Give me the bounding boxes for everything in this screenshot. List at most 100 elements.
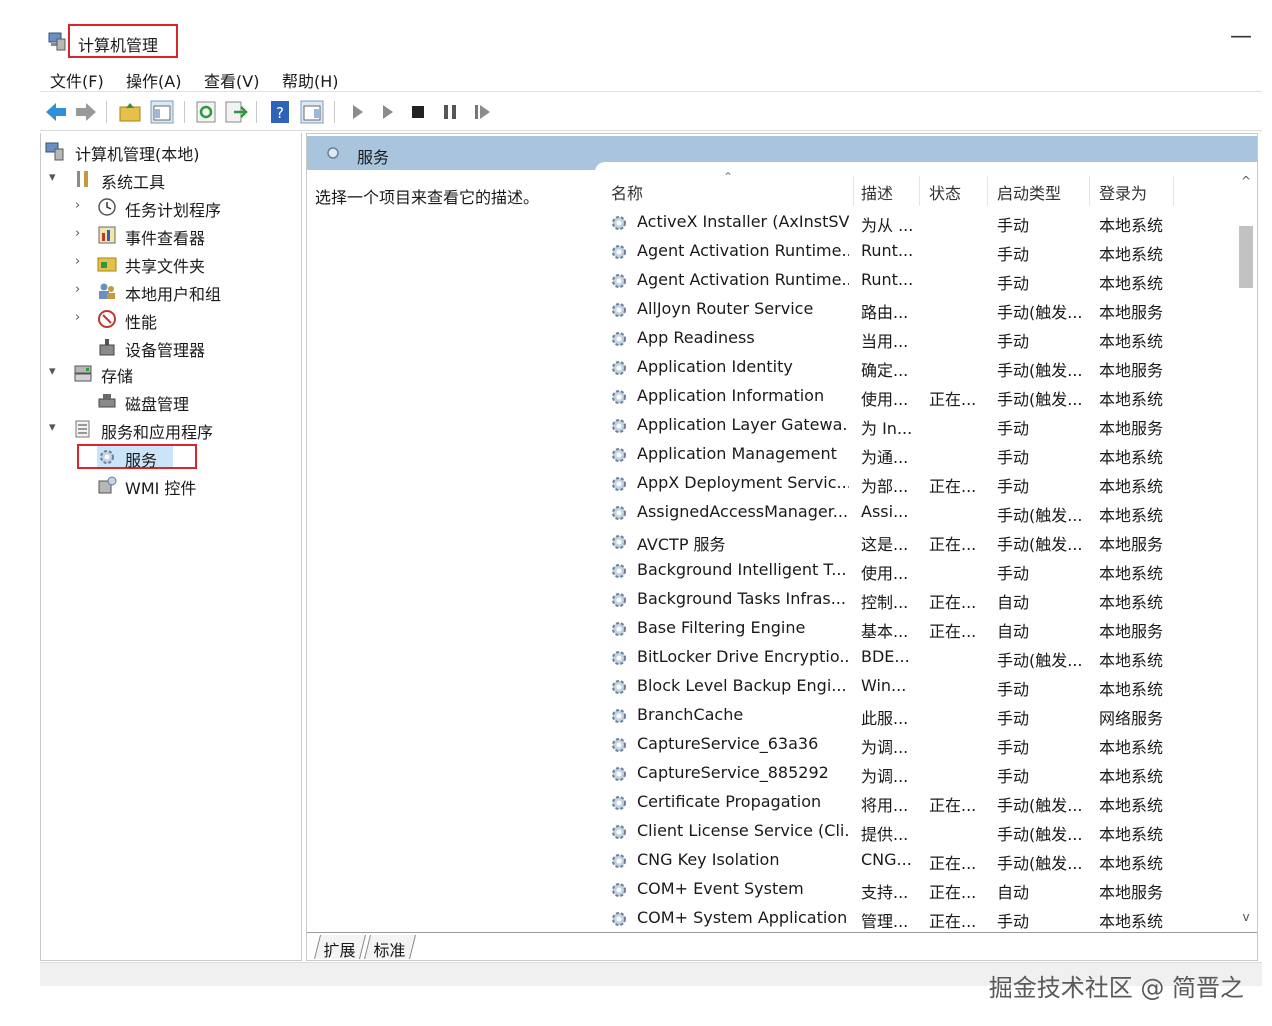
service-name: Client License Service (Cli... [637,821,849,840]
service-logon-as: 本地系统 [1099,767,1164,786]
table-row[interactable]: AllJoyn Router Service 路由... 手动(触发... 本地服务 [595,295,1235,324]
table-row[interactable]: Application Identity 确定... 手动(触发... 本地服务 [595,353,1235,382]
service-startup-type: 手动 [997,332,1030,351]
start-service-icon[interactable] [346,100,370,124]
menu-file[interactable]: 文件(F) [50,68,104,92]
back-arrow-icon[interactable] [44,100,68,124]
start-alt-icon[interactable] [376,100,400,124]
chevron-right-icon[interactable]: › [75,282,89,297]
wmi-control-icon [98,476,117,494]
up-folder-icon[interactable] [118,100,142,124]
service-name: AssignedAccessManager... [637,502,849,521]
table-row[interactable]: Agent Activation Runtime... Runt... 手动 本地系统 [595,266,1235,295]
service-status: 正在... [929,912,977,931]
stop-icon[interactable] [406,100,430,124]
service-startup-type: 手动(触发... [997,854,1083,873]
minimize-button[interactable]: — [1230,24,1252,49]
table-row[interactable]: AssignedAccessManager... Assi... 手动(触发... 本… [595,498,1235,527]
chevron-down-icon[interactable]: ▾ [49,364,63,379]
forward-arrow-icon[interactable] [74,100,98,124]
chevron-right-icon[interactable]: › [75,198,89,213]
table-row[interactable]: Background Tasks Infras... 控制... 正在... 自动 本地… [595,585,1235,614]
table-row[interactable]: AVCTP 服务 这是... 正在... 手动(触发... 本地服务 [595,527,1235,556]
table-row[interactable]: Client License Service (Cli... 提供... 手动(触发… [595,817,1235,846]
chevron-right-icon[interactable]: › [75,226,89,241]
computer-management-icon [48,32,66,51]
table-row[interactable]: BitLocker Drive Encryptio... BDE... 手动(触发.… [595,643,1235,672]
menu-help[interactable]: 帮助(H) [282,68,339,92]
table-row[interactable]: Background Intelligent T... 使用... 手动 本地系统 [595,556,1235,585]
pause-icon[interactable] [438,100,462,124]
scroll-down-icon[interactable]: v [1239,910,1253,924]
service-name: AllJoyn Router Service [637,299,814,318]
table-row[interactable]: Base Filtering Engine 基本... 正在... 自动 本地服务 [595,614,1235,643]
column-header-name[interactable]: 名称 [611,180,643,204]
service-startup-type: 自动 [997,622,1030,641]
table-row[interactable]: CNG Key Isolation CNG... 正在... 手动(触发... 本地系统 [595,846,1235,875]
service-logon-as: 本地系统 [1099,274,1164,293]
tab-extended[interactable]: 扩展 [314,935,367,960]
window-title: 计算机管理 [68,24,178,58]
service-name: Application Layer Gatewa... [637,415,849,434]
refresh-icon[interactable] [194,100,218,124]
service-status: 正在... [929,854,977,873]
column-header-desc[interactable]: 描述 [861,180,893,204]
scroll-thumb[interactable] [1239,226,1253,288]
menu-action[interactable]: 操作(A) [126,68,181,92]
service-name: Application Management [637,444,837,463]
column-header-logon[interactable]: 登录为 [1099,180,1147,204]
service-startup-type: 手动 [997,709,1030,728]
svg-text:?: ? [276,104,284,122]
table-row[interactable]: CaptureService_63a36 为调... 手动 本地系统 [595,730,1235,759]
tab-standard[interactable]: 标准 [364,935,417,960]
table-row[interactable]: COM+ Event System 支持... 正在... 自动 本地服务 [595,875,1235,904]
table-row[interactable]: Application Management 为通... 手动 本地系统 [595,440,1235,469]
service-logon-as: 本地服务 [1099,622,1164,641]
column-header-status[interactable]: 状态 [929,180,961,204]
service-logon-as: 本地系统 [1099,738,1164,757]
gear-icon [612,622,626,636]
service-status: 正在... [929,622,977,641]
column-header-startup[interactable]: 启动类型 [997,180,1061,204]
service-startup-type: 手动 [997,274,1030,293]
chevron-right-icon[interactable]: › [75,254,89,269]
vertical-scrollbar[interactable]: ^ v [1235,172,1257,932]
services-list: ⌃ 名称 描述 状态 启动类型 登录为 ActiveX Installer (A… [595,162,1257,932]
table-row[interactable]: App Readiness 当用... 手动 本地系统 [595,324,1235,353]
service-description: 控制... [861,593,909,612]
table-row[interactable]: Certificate Propagation 将用... 正在... 手动(触发..… [595,788,1235,817]
service-startup-type: 手动 [997,564,1030,583]
service-name: ActiveX Installer (AxInstSV) [637,212,849,231]
console-tree-icon[interactable] [150,100,174,124]
table-row[interactable]: ActiveX Installer (AxInstSV) 为从 ... 手动 本地系统 [595,208,1235,237]
table-row[interactable]: Application Information 使用... 正在... 手动(触发..… [595,382,1235,411]
service-name: AppX Deployment Servic... [637,473,849,492]
gear-icon [612,825,626,839]
table-row[interactable]: Application Layer Gatewa... 为 In... 手动 本地服务 [595,411,1235,440]
service-description: 基本... [861,622,909,641]
resume-icon[interactable] [470,100,494,124]
service-logon-as: 网络服务 [1099,709,1164,728]
table-row[interactable]: Agent Activation Runtime... Runt... 手动 本地系统 [595,237,1235,266]
menu-view[interactable]: 查看(V) [204,68,259,92]
chevron-down-icon[interactable]: ▾ [49,420,63,435]
table-row[interactable]: AppX Deployment Servic... 为部... 正在... 手动 本地系… [595,469,1235,498]
chevron-right-icon[interactable]: › [75,310,89,325]
gear-icon [612,883,626,897]
view-icon[interactable] [300,100,324,124]
service-name: Background Intelligent T... [637,560,847,579]
scroll-up-icon[interactable]: ^ [1239,174,1253,188]
table-row[interactable]: BranchCache 此服... 手动 网络服务 [595,701,1235,730]
service-description: 使用... [861,564,909,583]
service-startup-type: 手动 [997,912,1030,931]
service-logon-as: 本地系统 [1099,680,1164,699]
export-list-icon[interactable] [224,100,248,124]
chevron-down-icon[interactable]: ▾ [49,170,63,185]
service-startup-type: 手动(触发... [997,390,1083,409]
table-row[interactable]: CaptureService_885292 为调... 手动 本地系统 [595,759,1235,788]
service-logon-as: 本地系统 [1099,245,1164,264]
help-icon[interactable]: ? [268,100,292,124]
table-row[interactable]: Block Level Backup Engi... Win... 手动 本地系统 [595,672,1235,701]
menu-bar: 文件(F) 操作(A) 查看(V) 帮助(H) [40,64,1262,92]
table-row[interactable]: COM+ System Application 管理... 正在... 手动 本地系统 [595,904,1235,932]
